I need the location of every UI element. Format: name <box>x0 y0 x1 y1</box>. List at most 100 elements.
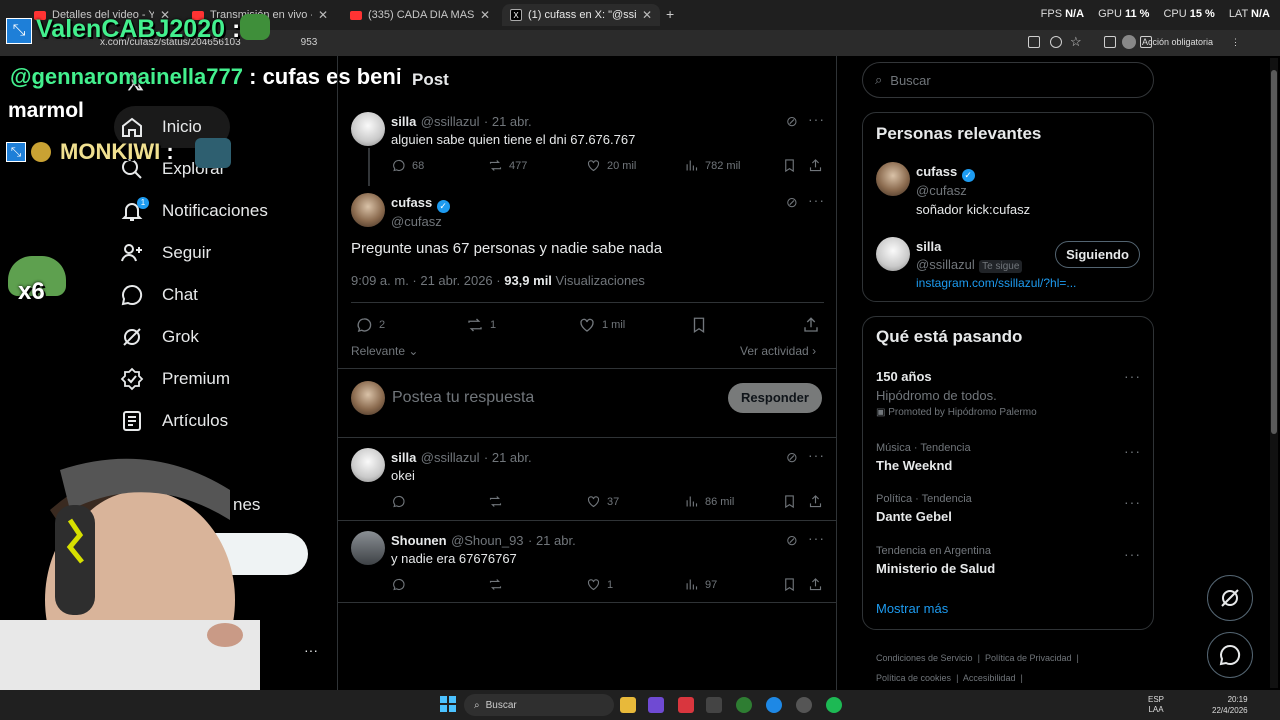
moderator-badge-icon: ⤡ <box>6 18 32 44</box>
bookmark-button[interactable] <box>782 158 797 173</box>
repost-button[interactable]: 1 <box>466 316 496 334</box>
avatar[interactable] <box>351 448 385 482</box>
nav-item-articulos[interactable]: Artículos <box>120 409 228 433</box>
scrollbar[interactable] <box>1270 58 1278 688</box>
like-button[interactable]: 1 <box>586 577 613 592</box>
avatar[interactable] <box>876 162 910 196</box>
browser-tab-active[interactable]: X(1) cufass en X: "@ssillazul Preg✕ <box>502 4 660 26</box>
like-button[interactable]: 37 <box>586 494 619 509</box>
nav-item-seguir[interactable]: Seguir <box>120 241 211 265</box>
windows-start-icon[interactable] <box>440 696 456 712</box>
more-icon[interactable]: ··· <box>1124 494 1141 510</box>
footer-link[interactable]: Condiciones de Servicio <box>876 653 973 663</box>
nav-item-chat[interactable]: Chat <box>120 283 198 307</box>
reply-button[interactable] <box>391 494 406 509</box>
grok-icon[interactable]: ⊘ <box>786 194 798 211</box>
promoted-icon: ▣ <box>876 407 886 418</box>
zoom-icon[interactable] <box>1050 36 1062 48</box>
browser-tab[interactable]: (335) CADA DIA MAS HATERS✕ <box>342 4 498 26</box>
spotify-icon[interactable] <box>826 697 842 713</box>
search-input[interactable]: ⌕ Buscar <box>862 62 1154 98</box>
more-icon[interactable]: ··· <box>808 111 825 127</box>
heart-icon <box>587 160 600 172</box>
star-icon[interactable]: ☆ <box>1070 34 1082 50</box>
share-button[interactable] <box>808 577 823 592</box>
trend-item[interactable]: 150 años Hipódromo de todos. ▣ Promoted by… <box>876 369 1037 418</box>
close-icon[interactable]: ✕ <box>318 8 328 22</box>
taskbar-search[interactable]: ⌕ Buscar <box>464 694 614 716</box>
language-indicator[interactable]: ESP LAA <box>1148 695 1164 715</box>
app-icon[interactable] <box>648 697 664 713</box>
nav-item-premium[interactable]: Premium <box>120 367 230 391</box>
extensions-icon[interactable] <box>1104 36 1116 48</box>
views-button[interactable]: 97 <box>684 577 717 592</box>
more-icon[interactable]: ··· <box>1124 546 1141 562</box>
view-activity-link[interactable]: Ver actividad › <box>740 344 816 358</box>
avatar[interactable] <box>876 237 910 271</box>
more-options-icon[interactable]: ··· <box>304 642 318 658</box>
trend-item[interactable]: Tendencia en Argentina Ministerio de Salu… <box>876 545 995 576</box>
grok-icon[interactable]: ⊘ <box>786 113 798 130</box>
grok-fab-button[interactable] <box>1207 575 1253 621</box>
show-more-link[interactable]: Mostrar más <box>876 601 948 616</box>
footer-link[interactable]: Política de cookies <box>876 673 951 683</box>
emote-icon <box>195 138 231 168</box>
share-button[interactable] <box>808 494 823 509</box>
footer-link[interactable]: Política de Privacidad <box>985 653 1072 663</box>
avatar[interactable] <box>351 193 385 227</box>
nav-item-inicio[interactable]: Inicio <box>120 115 202 139</box>
bookmark-button[interactable] <box>782 494 797 509</box>
more-icon[interactable]: ··· <box>808 447 825 463</box>
chrome-icon[interactable] <box>766 697 782 713</box>
folder-icon[interactable] <box>620 697 636 713</box>
reply-input[interactable]: Postea tu respuesta <box>392 389 534 407</box>
like-button[interactable]: 1 mil <box>578 316 625 334</box>
avatar[interactable] <box>351 112 385 146</box>
repost-button[interactable] <box>488 494 503 509</box>
views-button[interactable]: 86 mil <box>684 494 734 509</box>
repost-button[interactable] <box>488 577 503 592</box>
reply-button[interactable] <box>391 577 406 592</box>
bookmark-button[interactable] <box>782 577 797 592</box>
reply-button[interactable]: 2 <box>355 316 385 334</box>
close-icon[interactable]: ✕ <box>642 8 652 22</box>
footer-link[interactable]: Accesibilidad <box>963 673 1016 683</box>
like-button[interactable]: 20 mil <box>586 158 636 173</box>
app-icon[interactable] <box>678 697 694 713</box>
install-icon[interactable] <box>1028 36 1040 48</box>
bookmark-button[interactable] <box>690 316 708 334</box>
share-icon <box>809 495 822 508</box>
grok-icon[interactable]: ⊘ <box>786 449 798 466</box>
follow-icon <box>121 244 142 262</box>
action-required-button[interactable]: Acción obligatoria ⋮ <box>1121 35 1240 49</box>
more-icon[interactable]: ··· <box>1124 368 1141 384</box>
trends-card <box>862 316 1154 630</box>
app-icon[interactable] <box>796 697 812 713</box>
trend-item[interactable]: Música · Tendencia The Weeknd <box>876 442 971 473</box>
share-button[interactable] <box>808 158 823 173</box>
more-icon[interactable]: ··· <box>1124 443 1141 459</box>
avatar[interactable] <box>351 531 385 565</box>
more-icon[interactable]: ··· <box>808 530 825 546</box>
following-button[interactable]: Siguiendo <box>1055 241 1140 268</box>
chat-fab-button[interactable] <box>1207 632 1253 678</box>
reply-icon <box>393 159 405 172</box>
clock[interactable]: 20:19 22/4/2026 <box>1212 694 1248 716</box>
app-icon[interactable] <box>706 697 722 713</box>
trend-item[interactable]: Política · Tendencia Dante Gebel <box>876 493 972 524</box>
repost-button[interactable]: 477 <box>488 158 527 173</box>
person-bio: soñador kick:cufasz <box>916 202 1031 217</box>
views-button[interactable]: 782 mil <box>684 158 740 173</box>
more-icon[interactable]: ··· <box>808 192 825 208</box>
share-button[interactable] <box>802 316 820 334</box>
reply-submit-button[interactable]: Responder <box>728 383 822 413</box>
post-button[interactable] <box>180 533 308 575</box>
profile-link[interactable]: instagram.com/ssillazul/?hl=... <box>916 276 1076 290</box>
new-tab-button[interactable]: + <box>666 6 674 22</box>
nav-item-grok[interactable]: Grok <box>120 325 199 349</box>
sort-dropdown[interactable]: Relevante ⌄ <box>351 344 418 358</box>
chrome-icon[interactable] <box>736 697 752 713</box>
grok-icon[interactable]: ⊘ <box>786 532 798 549</box>
reply-button[interactable]: 68 <box>391 158 424 173</box>
close-icon[interactable]: ✕ <box>480 8 490 22</box>
